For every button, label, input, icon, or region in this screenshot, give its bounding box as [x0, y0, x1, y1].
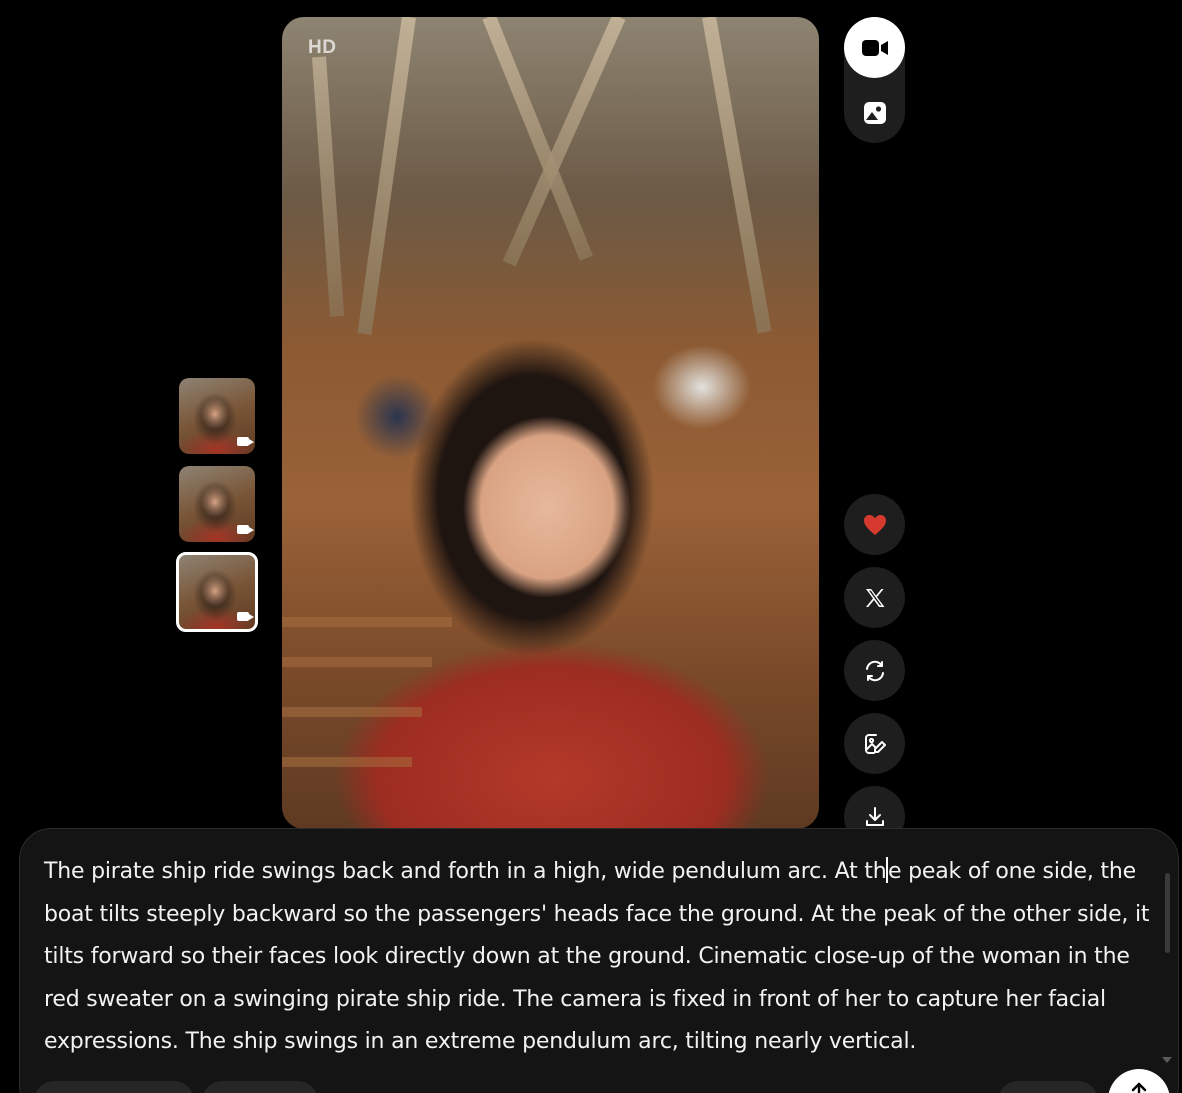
regenerate-button[interactable]: [844, 640, 905, 701]
video-preview[interactable]: HD: [282, 17, 819, 829]
video-camera-icon: [237, 525, 254, 534]
prompt-scrollbar[interactable]: [1165, 873, 1170, 953]
download-icon: [865, 806, 884, 826]
video-mode-button[interactable]: [844, 17, 905, 78]
video-thumbnail-3[interactable]: [176, 552, 258, 632]
send-button[interactable]: [1108, 1069, 1170, 1093]
arrow-up-icon: [1131, 1082, 1147, 1093]
hd-badge: HD: [308, 37, 337, 58]
option-chip-2[interactable]: [202, 1081, 318, 1093]
image-icon: [863, 101, 886, 124]
prompt-text-before-cursor: The pirate ship ride swings back and for…: [44, 859, 887, 884]
like-button[interactable]: [844, 494, 905, 555]
option-chip-1[interactable]: [34, 1081, 194, 1093]
prompt-composer: The pirate ship ride swings back and for…: [19, 828, 1179, 1093]
video-thumbnail-2[interactable]: [179, 466, 255, 542]
edit-image-icon: [864, 733, 886, 754]
edit-image-button[interactable]: [844, 713, 905, 774]
video-thumbnail-1[interactable]: [179, 378, 255, 454]
x-logo-icon: [865, 588, 884, 607]
option-chip-3[interactable]: [998, 1081, 1098, 1093]
refresh-icon: [865, 660, 884, 681]
share-x-button[interactable]: [844, 567, 905, 628]
video-camera-icon: [237, 437, 254, 446]
scroll-down-arrow[interactable]: [1162, 1057, 1172, 1063]
video-camera-icon: [237, 612, 254, 621]
mode-toggle: [844, 17, 905, 143]
image-mode-button[interactable]: [844, 82, 905, 143]
heart-icon: [863, 514, 886, 535]
prompt-text-after-cursor: e peak of one side, the boat tilts steep…: [44, 859, 1150, 1054]
video-camera-icon: [861, 39, 888, 56]
prompt-textarea[interactable]: The pirate ship ride swings back and for…: [44, 851, 1154, 1064]
